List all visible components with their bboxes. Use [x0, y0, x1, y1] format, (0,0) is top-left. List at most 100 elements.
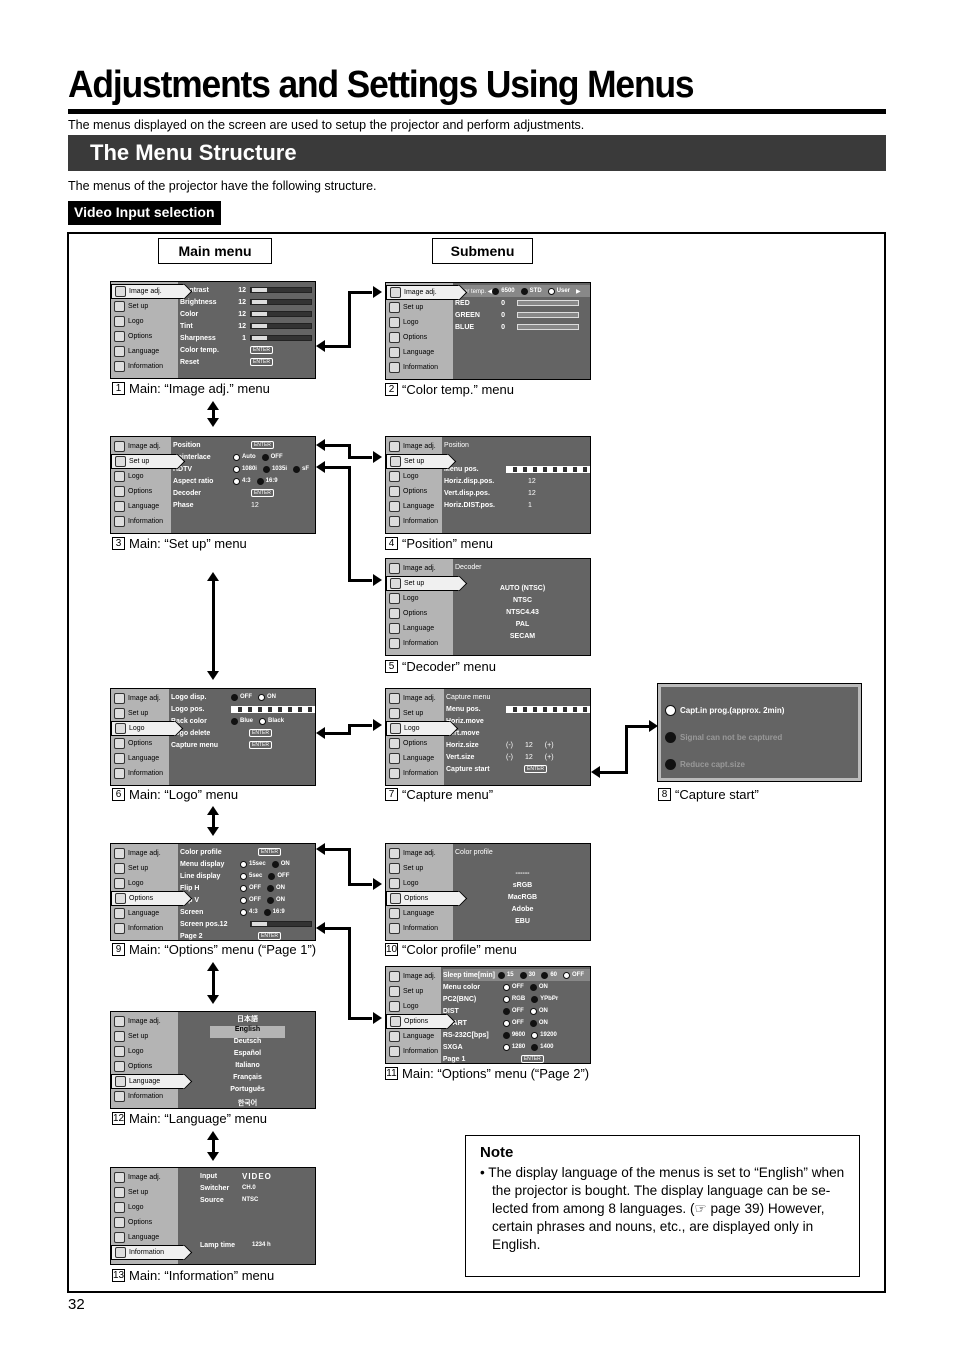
- menu-row[interactable]: Horiz.DIST.pos. 1: [444, 499, 590, 511]
- sidebar-item[interactable]: Logo: [111, 721, 175, 736]
- sidebar-item[interactable]: Information: [111, 514, 171, 529]
- sidebar-item[interactable]: Options: [386, 330, 453, 345]
- menu-row[interactable]: Flip VOFFON: [180, 894, 315, 906]
- size-control[interactable]: (+): [545, 742, 554, 749]
- option-radio[interactable]: ON: [258, 693, 276, 701]
- language-option[interactable]: Português: [180, 1086, 315, 1098]
- size-control[interactable]: (-): [506, 742, 513, 749]
- sidebar-item[interactable]: Information: [386, 636, 453, 651]
- menu-row[interactable]: Horiz.disp.pos. 12: [444, 475, 590, 487]
- menu-row[interactable]: Logo delete ENTER: [171, 727, 315, 739]
- option-radio[interactable]: ON: [271, 860, 290, 868]
- menu-row[interactable]: Phase 12: [173, 499, 315, 511]
- sidebar-item[interactable]: Logo: [111, 1044, 178, 1059]
- menu-row[interactable]: Contrast 12: [180, 284, 315, 296]
- menu-row[interactable]: GREEN 0: [455, 309, 590, 321]
- menu-row[interactable]: Menu pos.: [444, 463, 590, 475]
- sidebar-item[interactable]: Language: [386, 345, 453, 360]
- menu-row[interactable]: PC2(BNC) RGB YPbPr: [443, 993, 590, 1005]
- size-control[interactable]: (+): [545, 754, 554, 761]
- sidebar-item[interactable]: Image adj.: [386, 846, 453, 861]
- option-radio[interactable]: Auto: [232, 453, 256, 461]
- sidebar-item[interactable]: Language: [111, 906, 178, 921]
- sidebar-item[interactable]: Information: [386, 360, 453, 375]
- sidebar-item[interactable]: Options: [111, 736, 169, 751]
- option-radio[interactable]: 4:3: [232, 477, 251, 485]
- sidebar-item[interactable]: Information: [111, 766, 169, 781]
- menu-row[interactable]: Screen 4:3 16:9: [180, 906, 315, 918]
- menu-row[interactable]: Line display 5sec OFF: [180, 870, 315, 882]
- option-radio[interactable]: 30: [519, 971, 535, 979]
- sidebar-item[interactable]: Image adj.: [386, 561, 453, 576]
- option-radio[interactable]: ON: [267, 884, 285, 892]
- menu-row[interactable]: Color profile ENTER: [180, 846, 315, 858]
- decoder-option[interactable]: SECAM: [455, 633, 590, 645]
- option-radio[interactable]: RGB: [502, 995, 525, 1003]
- sidebar-item[interactable]: Image adj.: [386, 691, 444, 706]
- decoder-option[interactable]: NTSC: [455, 597, 590, 609]
- sidebar-item[interactable]: Options: [111, 484, 171, 499]
- menu-row[interactable]: Brightness 12: [180, 296, 315, 308]
- sidebar-item[interactable]: Logo: [386, 315, 453, 330]
- menu-row[interactable]: Vert.move: [446, 727, 590, 739]
- option-radio[interactable]: 60: [541, 971, 557, 979]
- arrow-right-icon[interactable]: ▶: [576, 288, 581, 295]
- option-radio[interactable]: Blue: [231, 717, 253, 725]
- sidebar-item[interactable]: Language: [386, 1029, 441, 1044]
- enter-button[interactable]: ENTER: [250, 358, 273, 366]
- profile-option[interactable]: Adobe: [455, 906, 590, 918]
- sidebar-item[interactable]: Logo: [111, 876, 178, 891]
- slider[interactable]: [517, 300, 579, 306]
- language-option[interactable]: 日本語: [180, 1014, 315, 1026]
- menu-row[interactable]: DIST OFF ON: [443, 1005, 590, 1017]
- slider[interactable]: [250, 921, 312, 927]
- language-option[interactable]: Deutsch: [180, 1038, 315, 1050]
- sidebar-item[interactable]: Logo: [111, 1200, 178, 1215]
- sidebar-item[interactable]: Language: [111, 344, 178, 359]
- enter-button[interactable]: ENTER: [249, 729, 272, 737]
- sidebar-item[interactable]: Language: [386, 621, 453, 636]
- sidebar-item[interactable]: Options: [386, 1014, 447, 1029]
- menu-row[interactable]: Page 1 ENTER: [443, 1053, 590, 1065]
- sidebar-item[interactable]: Logo: [386, 721, 450, 736]
- menu-row[interactable]: HDTV 1080i 1035i sF: [173, 463, 315, 475]
- menu-row[interactable]: Deinterlace Auto OFF: [173, 451, 315, 463]
- option-radio[interactable]: 15sec: [240, 860, 266, 868]
- enter-button[interactable]: ENTER: [249, 741, 272, 749]
- enter-button[interactable]: ENTER: [524, 765, 547, 773]
- sidebar-item[interactable]: Logo: [386, 876, 453, 891]
- option-radio[interactable]: 5sec: [240, 872, 262, 880]
- sidebar-item[interactable]: Options: [111, 1059, 178, 1074]
- option-radio[interactable]: 4:3: [240, 908, 258, 916]
- sidebar-item[interactable]: Set up: [386, 984, 441, 999]
- sidebar-item[interactable]: Options: [386, 484, 442, 499]
- size-control[interactable]: 12: [525, 754, 533, 761]
- sidebar-item[interactable]: Options: [386, 891, 459, 906]
- menu-row[interactable]: Horiz.move: [446, 715, 590, 727]
- option-radio[interactable]: ON: [529, 983, 548, 991]
- profile-option[interactable]: MacRGB: [455, 894, 590, 906]
- sidebar-item[interactable]: Image adj.: [386, 285, 459, 300]
- position-grid[interactable]: [506, 465, 590, 473]
- option-radio[interactable]: 1400: [531, 1043, 554, 1051]
- sidebar-item[interactable]: Image adj.: [386, 439, 442, 454]
- option-radio[interactable]: 19200: [531, 1031, 557, 1039]
- sidebar-item[interactable]: Set up: [111, 1029, 178, 1044]
- enter-button[interactable]: ENTER: [250, 441, 274, 449]
- sidebar-item[interactable]: Information: [386, 766, 444, 781]
- option-radio[interactable]: OFF: [231, 693, 252, 701]
- menu-row[interactable]: Vert.disp.pos. 12: [444, 487, 590, 499]
- enter-button[interactable]: ENTER: [250, 346, 273, 354]
- sidebar-item[interactable]: Image adj.: [111, 691, 169, 706]
- slider[interactable]: [250, 335, 312, 341]
- menu-row[interactable]: Capture menu ENTER: [171, 739, 315, 751]
- sidebar-item[interactable]: Image adj.: [386, 969, 441, 984]
- menu-row[interactable]: Color 12: [180, 308, 315, 320]
- slider[interactable]: [250, 299, 312, 305]
- profile-option[interactable]: ------: [455, 870, 590, 882]
- option-radio[interactable]: 16:9: [263, 908, 285, 916]
- size-control[interactable]: (-): [506, 754, 513, 761]
- sidebar-item[interactable]: Language: [386, 499, 442, 514]
- sidebar-item[interactable]: Information: [111, 1089, 178, 1104]
- sidebar-item[interactable]: Image adj.: [111, 1170, 178, 1185]
